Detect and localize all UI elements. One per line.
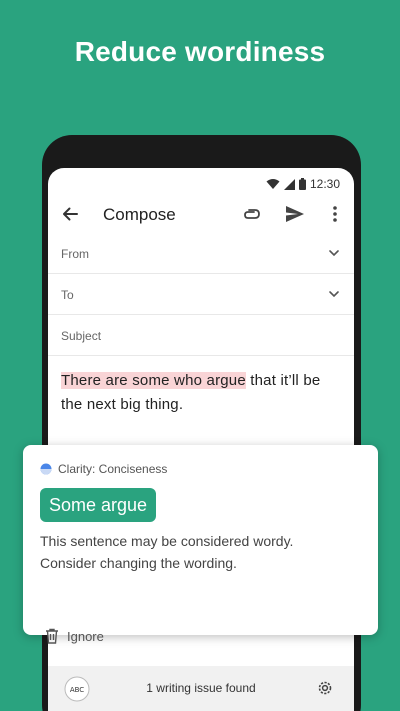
ignore-label: Ignore [67, 628, 104, 644]
more-options-icon[interactable] [329, 204, 341, 224]
ignore-button[interactable]: Ignore [45, 628, 104, 644]
issues-count: 1 writing issue found [146, 681, 256, 695]
subject-label: Subject [61, 329, 102, 343]
chevron-down-icon[interactable] [328, 289, 340, 299]
status-time: 12:30 [309, 177, 340, 191]
signal-icon [283, 178, 295, 190]
to-field[interactable]: To [48, 275, 354, 315]
back-arrow-icon[interactable] [60, 204, 80, 224]
category-label: Clarity: Conciseness [58, 462, 168, 476]
clarity-icon [40, 463, 52, 475]
suggestion-explanation: This sentence may be considered wordy. C… [40, 533, 294, 571]
chevron-down-icon[interactable] [328, 248, 340, 258]
bottom-bar: ABC 1 writing issue found [48, 666, 354, 711]
subject-field[interactable]: Subject [48, 316, 354, 356]
to-label: To [61, 288, 74, 302]
send-icon[interactable] [284, 203, 306, 225]
from-field[interactable]: From [48, 234, 354, 274]
app-bar: Compose [48, 198, 354, 232]
wifi-icon [266, 179, 280, 189]
suggestion-category: Clarity: Conciseness [40, 462, 167, 476]
battery-icon [298, 178, 306, 190]
attachment-icon[interactable] [241, 203, 263, 225]
trash-icon [46, 628, 58, 644]
status-bar: 12:30 [266, 176, 340, 192]
from-label: From [61, 247, 89, 261]
suggestion-replacement-button[interactable]: Some argue [40, 488, 157, 522]
suggestion-card: Clarity: Conciseness Some argue This sen… [23, 445, 378, 644]
highlighted-phrase[interactable]: There are some who argue [61, 372, 246, 389]
email-body[interactable]: There are some who argue that it’ll be t… [61, 369, 345, 417]
headline: Reduce wordiness [74, 36, 326, 67]
gear-icon[interactable] [316, 679, 334, 697]
page-title: Compose [103, 205, 176, 224]
